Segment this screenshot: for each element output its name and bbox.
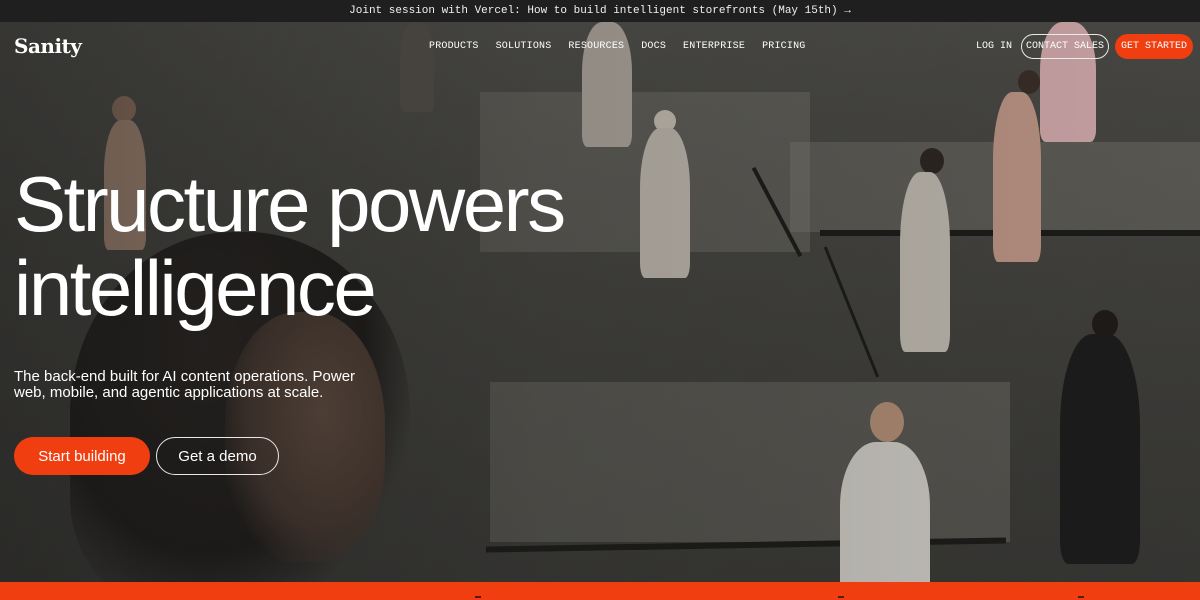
menu-item-resources[interactable]: RESOURCES [568, 41, 624, 52]
contact-sales-label: CONTACT SALES [1025, 41, 1104, 52]
hero-headline: Structure powers intelligence [14, 162, 714, 330]
menu-item-enterprise[interactable]: ENTERPRISE [683, 41, 745, 52]
get-started-button[interactable]: GET STARTED [1115, 34, 1193, 59]
announcement-text[interactable]: Joint session with Vercel: How to build … [349, 5, 851, 17]
headline-line-2: intelligence [14, 244, 377, 332]
announcement-bar[interactable]: Joint session with Vercel: How to build … [0, 0, 1200, 22]
menu-item-pricing[interactable]: PRICING [762, 41, 805, 52]
top-navigation: Sanity PRODUCTS SOLUTIONS RESOURCES DOCS… [0, 22, 1200, 70]
get-started-label: GET STARTED [1120, 41, 1187, 52]
menu-item-products[interactable]: PRODUCTS [429, 41, 479, 52]
main-menu: PRODUCTS SOLUTIONS RESOURCES DOCS ENTERP… [429, 41, 805, 52]
headline-line-1: Structure powers [14, 160, 566, 248]
start-building-label: Start building [38, 447, 126, 465]
contact-sales-button[interactable]: CONTACT SALES [1021, 34, 1109, 59]
start-building-button[interactable]: Start building [14, 437, 150, 475]
menu-item-docs[interactable]: DOCS [641, 41, 666, 52]
get-a-demo-label: Get a demo [178, 447, 257, 465]
log-in-link[interactable]: LOG IN [976, 41, 1012, 52]
menu-item-solutions[interactable]: SOLUTIONS [496, 41, 552, 52]
hero-subtext: The back-end built for AI content operat… [14, 368, 356, 401]
sanity-logo[interactable]: Sanity [14, 34, 82, 58]
get-a-demo-button[interactable]: Get a demo [156, 437, 279, 475]
next-section-strip [0, 582, 1200, 600]
